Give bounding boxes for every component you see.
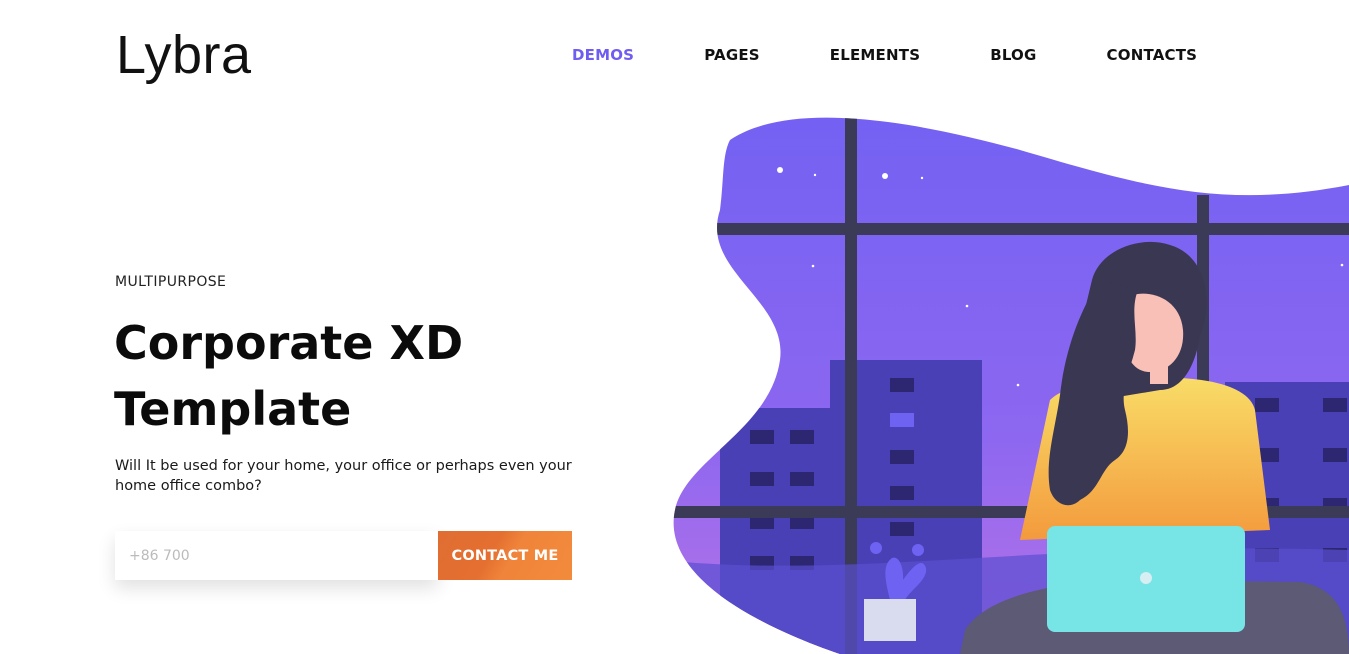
phone-input[interactable] <box>115 531 438 580</box>
nav-item-blog[interactable]: BLOG <box>990 46 1036 64</box>
night-window-scene <box>673 117 1349 654</box>
landing-page: Lybra DEMOS PAGES ELEMENTS BLOG CONTACTS… <box>0 0 1349 654</box>
hero-title-line2: Template <box>114 382 352 436</box>
main-nav: DEMOS PAGES ELEMENTS BLOG CONTACTS <box>572 46 1197 64</box>
nav-item-demos[interactable]: DEMOS <box>572 46 634 64</box>
nav-item-contacts[interactable]: CONTACTS <box>1107 46 1198 64</box>
nav-item-elements[interactable]: ELEMENTS <box>830 46 920 64</box>
hero-title-line1: Corporate XD <box>114 316 464 370</box>
contact-form: CONTACT ME <box>115 531 572 580</box>
contact-me-button[interactable]: CONTACT ME <box>438 531 572 580</box>
hero-title: Corporate XD Template <box>114 310 634 442</box>
hero-eyebrow: MULTIPURPOSE <box>115 274 227 290</box>
hero-illustration <box>673 117 1349 654</box>
hero-description: Will It be used for your home, your offi… <box>115 458 572 494</box>
nav-item-pages[interactable]: PAGES <box>704 46 760 64</box>
brand-logo[interactable]: Lybra <box>116 24 252 86</box>
